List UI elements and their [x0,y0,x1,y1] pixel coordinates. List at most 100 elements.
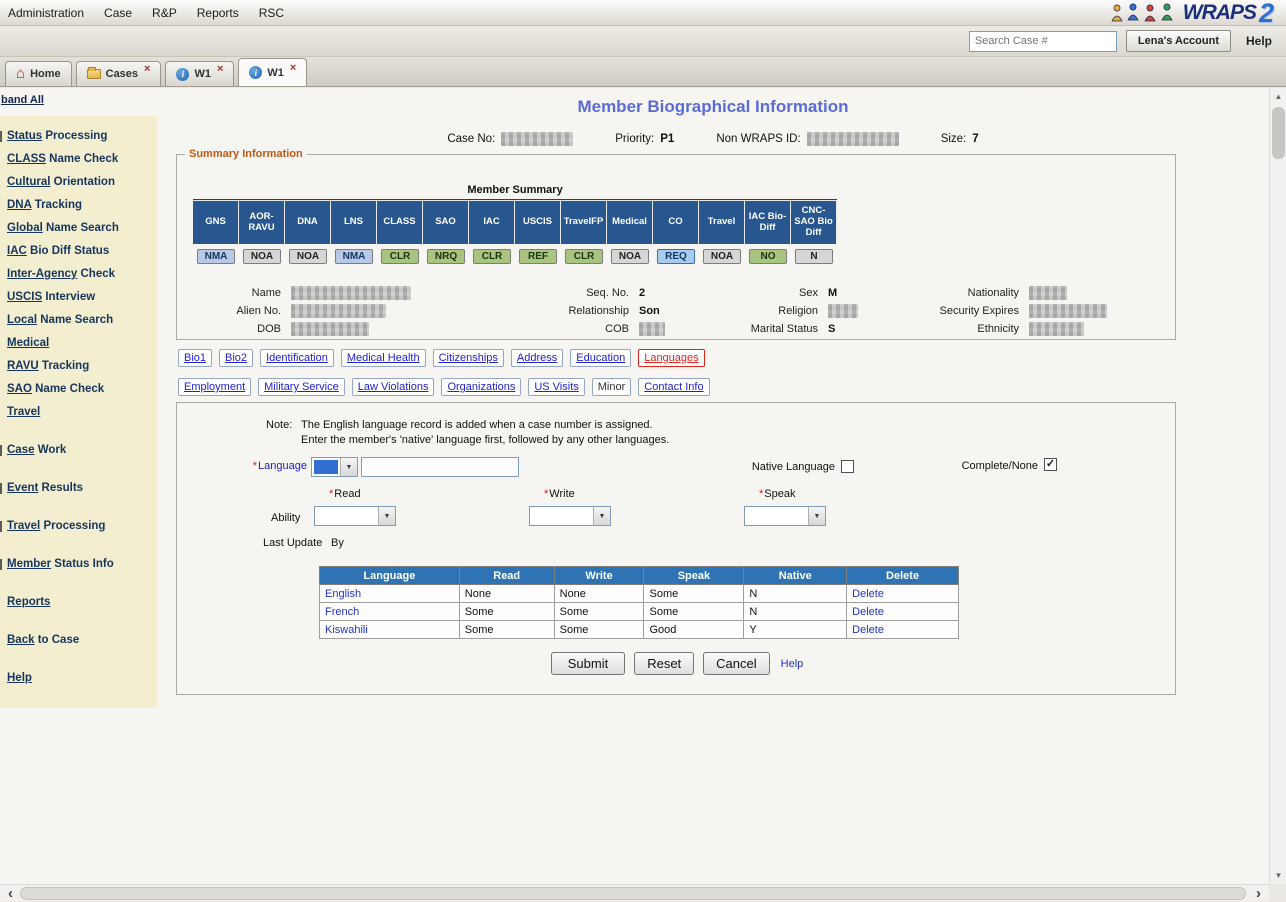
sidebar-item-reports[interactable]: Reports [7,591,153,614]
summary-badge-cell: NO [745,249,791,264]
delete-link[interactable]: Delete [852,588,884,600]
sidebar-group: Travel Processing [7,515,153,538]
subtab-medical-health[interactable]: Medical Health [341,349,426,367]
detail-ethnicity: Ethnicity [919,320,1107,338]
summary-col-sao: SAO [423,200,469,244]
sidebar-item-local-name-search[interactable]: Local Name Search [7,309,153,332]
help-menu[interactable]: Help [1240,34,1278,48]
close-icon[interactable]: × [290,62,296,74]
language-select[interactable]: ▼ [311,457,358,477]
tab-home-1[interactable]: ⌂Home [5,61,72,86]
write-ability-select[interactable]: ▼ [529,506,611,526]
tab-cases-2[interactable]: Cases× [76,61,162,86]
subtab-organizations[interactable]: Organizations [441,378,521,396]
summary-badge-cell: NMA [193,249,239,264]
non-wraps-id-field: Non WRAPS ID: [716,132,898,146]
delete-link[interactable]: Delete [852,624,884,636]
scroll-up-icon[interactable]: ▲ [1270,88,1286,105]
subtab-bio2[interactable]: Bio2 [219,349,253,367]
subtab-education[interactable]: Education [570,349,631,367]
sidebar-item-uscis-interview[interactable]: USCIS Interview [7,286,153,309]
sidebar-item-label: IAC [7,245,27,257]
subtab-law-violations[interactable]: Law Violations [352,378,435,396]
subtab-languages[interactable]: Languages [638,349,704,367]
expand-all-link[interactable]: band All [1,94,157,106]
language-link[interactable]: Kiswahili [325,624,368,636]
menu-item-r-p[interactable]: R&P [152,6,177,20]
note-line2: Enter the member's 'native' language fir… [301,434,669,446]
sidebar-item-dna-tracking[interactable]: DNA Tracking [7,194,153,217]
sidebar-item-cultural-orientation[interactable]: Cultural Orientation [7,171,153,194]
sidebar-item-back-to-case[interactable]: Back to Case [7,629,153,652]
subtab-citizenships[interactable]: Citizenships [433,349,504,367]
redacted-value [1029,304,1107,318]
cell-language: French [320,603,460,621]
detail-relationship: RelationshipSon [529,302,665,320]
account-button[interactable]: Lena's Account [1126,30,1231,52]
sidebar-item-iac-bio-diff-status[interactable]: IAC Bio Diff Status [7,240,153,263]
sidebar-item-inter-agency-check[interactable]: Inter-Agency Check [7,263,153,286]
language-input[interactable] [361,457,519,477]
sidebar-item-event-results[interactable]: Event Results [7,477,153,500]
sidebar-item-sao-name-check[interactable]: SAO Name Check [7,378,153,401]
sidebar-group: Back to Case [7,629,153,652]
sidebar-item-class-name-check[interactable]: CLASS Name Check [7,148,153,171]
close-icon[interactable]: × [217,63,223,75]
horizontal-scrollbar[interactable]: ‹ › [0,884,1269,901]
sidebar-item-case-work[interactable]: Case Work [7,439,153,462]
sidebar-item-label: Medical [7,337,49,349]
reset-button[interactable]: Reset [634,652,694,675]
sidebar-item-status-processing[interactable]: Status Processing [7,125,153,148]
scroll-right-icon[interactable]: › [1250,885,1267,902]
tab-w1-3[interactable]: iW1× [165,61,234,86]
scroll-down-icon[interactable]: ▼ [1270,867,1286,884]
sidebar-item-travel-processing[interactable]: Travel Processing [7,515,153,538]
submit-button[interactable]: Submit [551,652,625,675]
menu-item-rsc[interactable]: RSC [259,6,284,20]
menu-item-reports[interactable]: Reports [197,6,239,20]
cell-native: N [744,603,847,621]
subtab-employment[interactable]: Employment [178,378,251,396]
subtab-bio1[interactable]: Bio1 [178,349,212,367]
horizontal-scroll-thumb[interactable] [20,887,1246,900]
language-label: *Language [235,460,307,472]
complete-none-checkbox[interactable] [1044,458,1057,471]
search-case-input[interactable] [969,31,1117,52]
close-icon[interactable]: × [144,63,150,75]
read-ability-select[interactable]: ▼ [314,506,396,526]
sidebar-item-medical[interactable]: Medical [7,332,153,355]
subtab-address[interactable]: Address [511,349,563,367]
detail-label: Ethnicity [919,323,1029,335]
subtab-contact-info[interactable]: Contact Info [638,378,709,396]
delete-link[interactable]: Delete [852,606,884,618]
menu-item-case[interactable]: Case [104,6,132,20]
subtab-us-visits[interactable]: US Visits [528,378,584,396]
help-link[interactable]: Help [781,658,804,670]
sidebar-item-label: SAO [7,383,32,395]
cell-delete: Delete [847,603,959,621]
cancel-button[interactable]: Cancel [703,652,769,675]
vertical-scroll-thumb[interactable] [1272,107,1285,159]
subtab-identification[interactable]: Identification [260,349,334,367]
sidebar-item-member-status-info[interactable]: Member Status Info [7,553,153,576]
tab-w1-4[interactable]: iW1× [238,58,307,86]
member-summary-title: Member Summary [193,184,837,200]
language-link[interactable]: English [325,588,361,600]
detail-religion: Religion [718,302,858,320]
sidebar-item-global-name-search[interactable]: Global Name Search [7,217,153,240]
native-language-checkbox[interactable] [841,460,854,473]
menu-item-administration[interactable]: Administration [8,6,84,20]
scroll-left-icon[interactable]: ‹ [2,885,19,902]
sidebar-item-travel[interactable]: Travel [7,401,153,424]
vertical-scrollbar[interactable]: ▲ ▼ [1269,88,1286,884]
summary-col-aor-ravu: AOR-RAVU [239,200,285,244]
language-link[interactable]: French [325,606,359,618]
sidebar-item-label: DNA [7,199,32,211]
subtab-military-service[interactable]: Military Service [258,378,345,396]
sidebar-item-help[interactable]: Help [7,667,153,690]
case-no-field: Case No: [447,132,573,146]
speak-ability-select[interactable]: ▼ [744,506,826,526]
subtab-minor[interactable]: Minor [592,378,632,396]
sidebar-item-ravu-tracking[interactable]: RAVU Tracking [7,355,153,378]
cell-speak: Some [644,585,744,603]
